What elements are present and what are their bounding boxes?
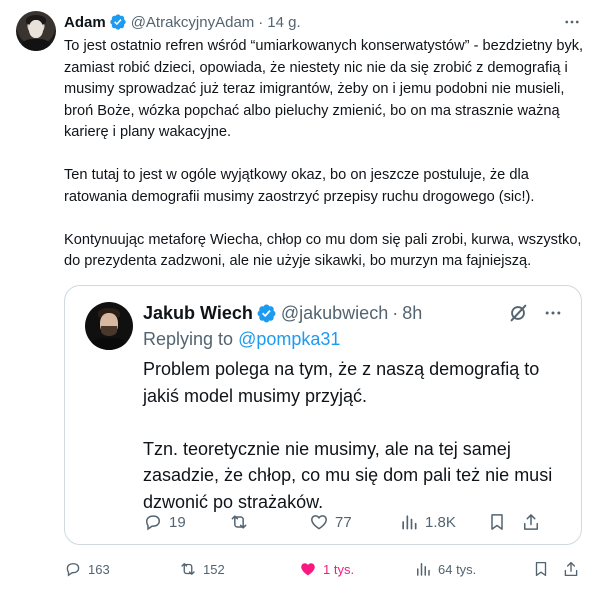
reply-count: 163 [88,561,110,577]
more-icon[interactable] [543,303,563,323]
quoted-like-count: 77 [335,513,352,531]
views-icon [417,563,430,576]
quoted-action-bar: 19 77 1.8K [143,508,563,536]
quoted-views-button[interactable]: 1.8K [399,508,456,536]
share-icon [564,561,578,577]
replying-to: Replying to @pompka31 [143,329,340,350]
reply-icon [145,515,161,531]
verified-badge-icon[interactable] [109,13,127,31]
quoted-timestamp[interactable]: 8h [402,303,422,324]
tweet[interactable]: Adam @AtrakcyjnyAdam · 14 g. To jest ost… [0,0,598,590]
retweet-icon [231,515,247,529]
reply-button[interactable]: 163 [64,556,110,582]
like-icon [311,515,327,530]
quoted-top-actions [507,302,563,324]
quoted-like-button[interactable]: 77 [309,508,352,536]
more-icon [565,20,579,24]
quoted-header: Jakub Wiech @jakubwiech · 8h [143,301,422,325]
tweet-paragraph: Ten tutaj to jest w ogóle wyjątkowy okaz… [64,167,535,205]
author-handle[interactable]: @AtrakcyjnyAdam [131,14,255,31]
tweet-paragraph: To jest ostatnio refren wśród “umiarkowa… [64,38,584,140]
quoted-paragraph: Tzn. teoretycznie nie musimy, ale na tej… [143,438,553,512]
author-name[interactable]: Adam [64,14,106,31]
separator: · [258,13,264,31]
replying-to-label: Replying to [143,329,239,349]
timestamp[interactable]: 14 g. [267,14,300,31]
quoted-author-name[interactable]: Jakub Wiech [143,303,253,324]
like-button[interactable]: 1 tys. [299,556,354,582]
quoted-retweet-button[interactable] [229,508,255,536]
bookmark-icon [535,561,547,577]
quoted-bookmark-button[interactable] [487,508,507,536]
bookmark-button[interactable] [532,556,550,582]
views-icon [402,515,417,530]
grok-icon[interactable] [507,302,529,324]
verified-badge-icon[interactable] [256,303,277,324]
avatar[interactable] [16,11,56,51]
quoted-author-handle[interactable]: @jakubwiech [281,303,388,324]
tweet-paragraph: Kontynuując metaforę Wiecha, chłop co mu… [64,231,582,270]
share-icon [524,514,538,530]
quoted-reply-count: 19 [169,513,186,531]
tweet-action-bar: 163 152 1 tys. 64 tys. [64,556,584,582]
quoted-tweet[interactable]: Jakub Wiech @jakubwiech · 8h Replying to… [64,285,582,545]
quoted-avatar[interactable] [85,302,133,350]
replying-to-mention[interactable]: @pompka31 [238,329,340,349]
like-count: 1 tys. [323,561,355,577]
more-button[interactable] [562,12,582,32]
views-count: 64 tys. [438,561,477,577]
quoted-reply-button[interactable]: 19 [143,508,186,536]
quoted-share-button[interactable] [521,508,541,536]
separator: · [392,302,399,323]
quoted-views-count: 1.8K [425,513,456,531]
reply-icon [66,563,80,577]
share-button[interactable] [562,556,580,582]
like-icon [301,563,315,576]
bookmark-icon [491,514,503,530]
quoted-paragraph: Problem polega na tym, że z naszą demogr… [143,359,540,406]
retweet-button[interactable]: 152 [179,556,225,582]
tweet-text: To jest ostatnio refren wśród “umiarkowa… [64,36,584,294]
retweet-count: 152 [203,561,225,577]
views-button[interactable]: 64 tys. [414,556,476,582]
retweet-icon [181,563,195,575]
tweet-header: Adam @AtrakcyjnyAdam · 14 g. [64,12,301,32]
